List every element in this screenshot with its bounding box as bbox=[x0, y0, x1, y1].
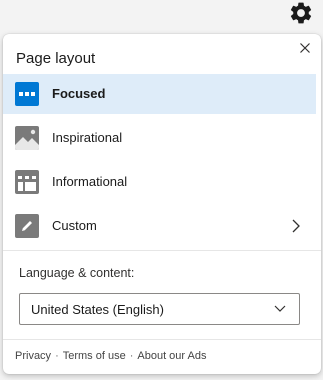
layout-option-custom[interactable]: Custom bbox=[3, 206, 316, 246]
layout-option-label: Inspirational bbox=[52, 130, 123, 145]
chevron-right-icon bbox=[292, 219, 300, 233]
footer-links: Privacy · Terms of use · About our Ads bbox=[15, 350, 206, 362]
focused-layout-icon bbox=[15, 82, 39, 106]
panel-title: Page layout bbox=[16, 50, 96, 67]
custom-layout-icon bbox=[15, 214, 39, 238]
layout-option-inspirational[interactable]: Inspirational bbox=[3, 118, 316, 158]
footer-separator: · bbox=[129, 350, 134, 362]
footer-divider bbox=[3, 339, 321, 340]
close-icon[interactable] bbox=[299, 42, 311, 54]
layout-option-informational[interactable]: Informational bbox=[3, 162, 316, 202]
language-label: Language & content: bbox=[19, 266, 135, 280]
language-select-value: United States (English) bbox=[31, 302, 164, 317]
layout-option-label: Focused bbox=[52, 86, 106, 101]
language-select[interactable]: United States (English) bbox=[19, 293, 300, 325]
chevron-down-icon bbox=[274, 305, 286, 312]
layout-option-label: Informational bbox=[52, 174, 128, 189]
settings-gear-icon[interactable] bbox=[288, 0, 314, 26]
page-settings-panel: Page layout Focused Inspirational Inform bbox=[3, 34, 321, 374]
terms-of-use-link[interactable]: Terms of use bbox=[63, 350, 126, 362]
privacy-link[interactable]: Privacy bbox=[15, 350, 51, 362]
footer-separator: · bbox=[55, 350, 59, 362]
informational-layout-icon bbox=[15, 170, 39, 194]
inspirational-layout-icon bbox=[15, 126, 39, 150]
layout-option-focused[interactable]: Focused bbox=[3, 74, 316, 114]
about-ads-link[interactable]: About our Ads bbox=[137, 350, 206, 362]
section-divider bbox=[3, 250, 321, 251]
layout-option-label: Custom bbox=[52, 218, 97, 233]
